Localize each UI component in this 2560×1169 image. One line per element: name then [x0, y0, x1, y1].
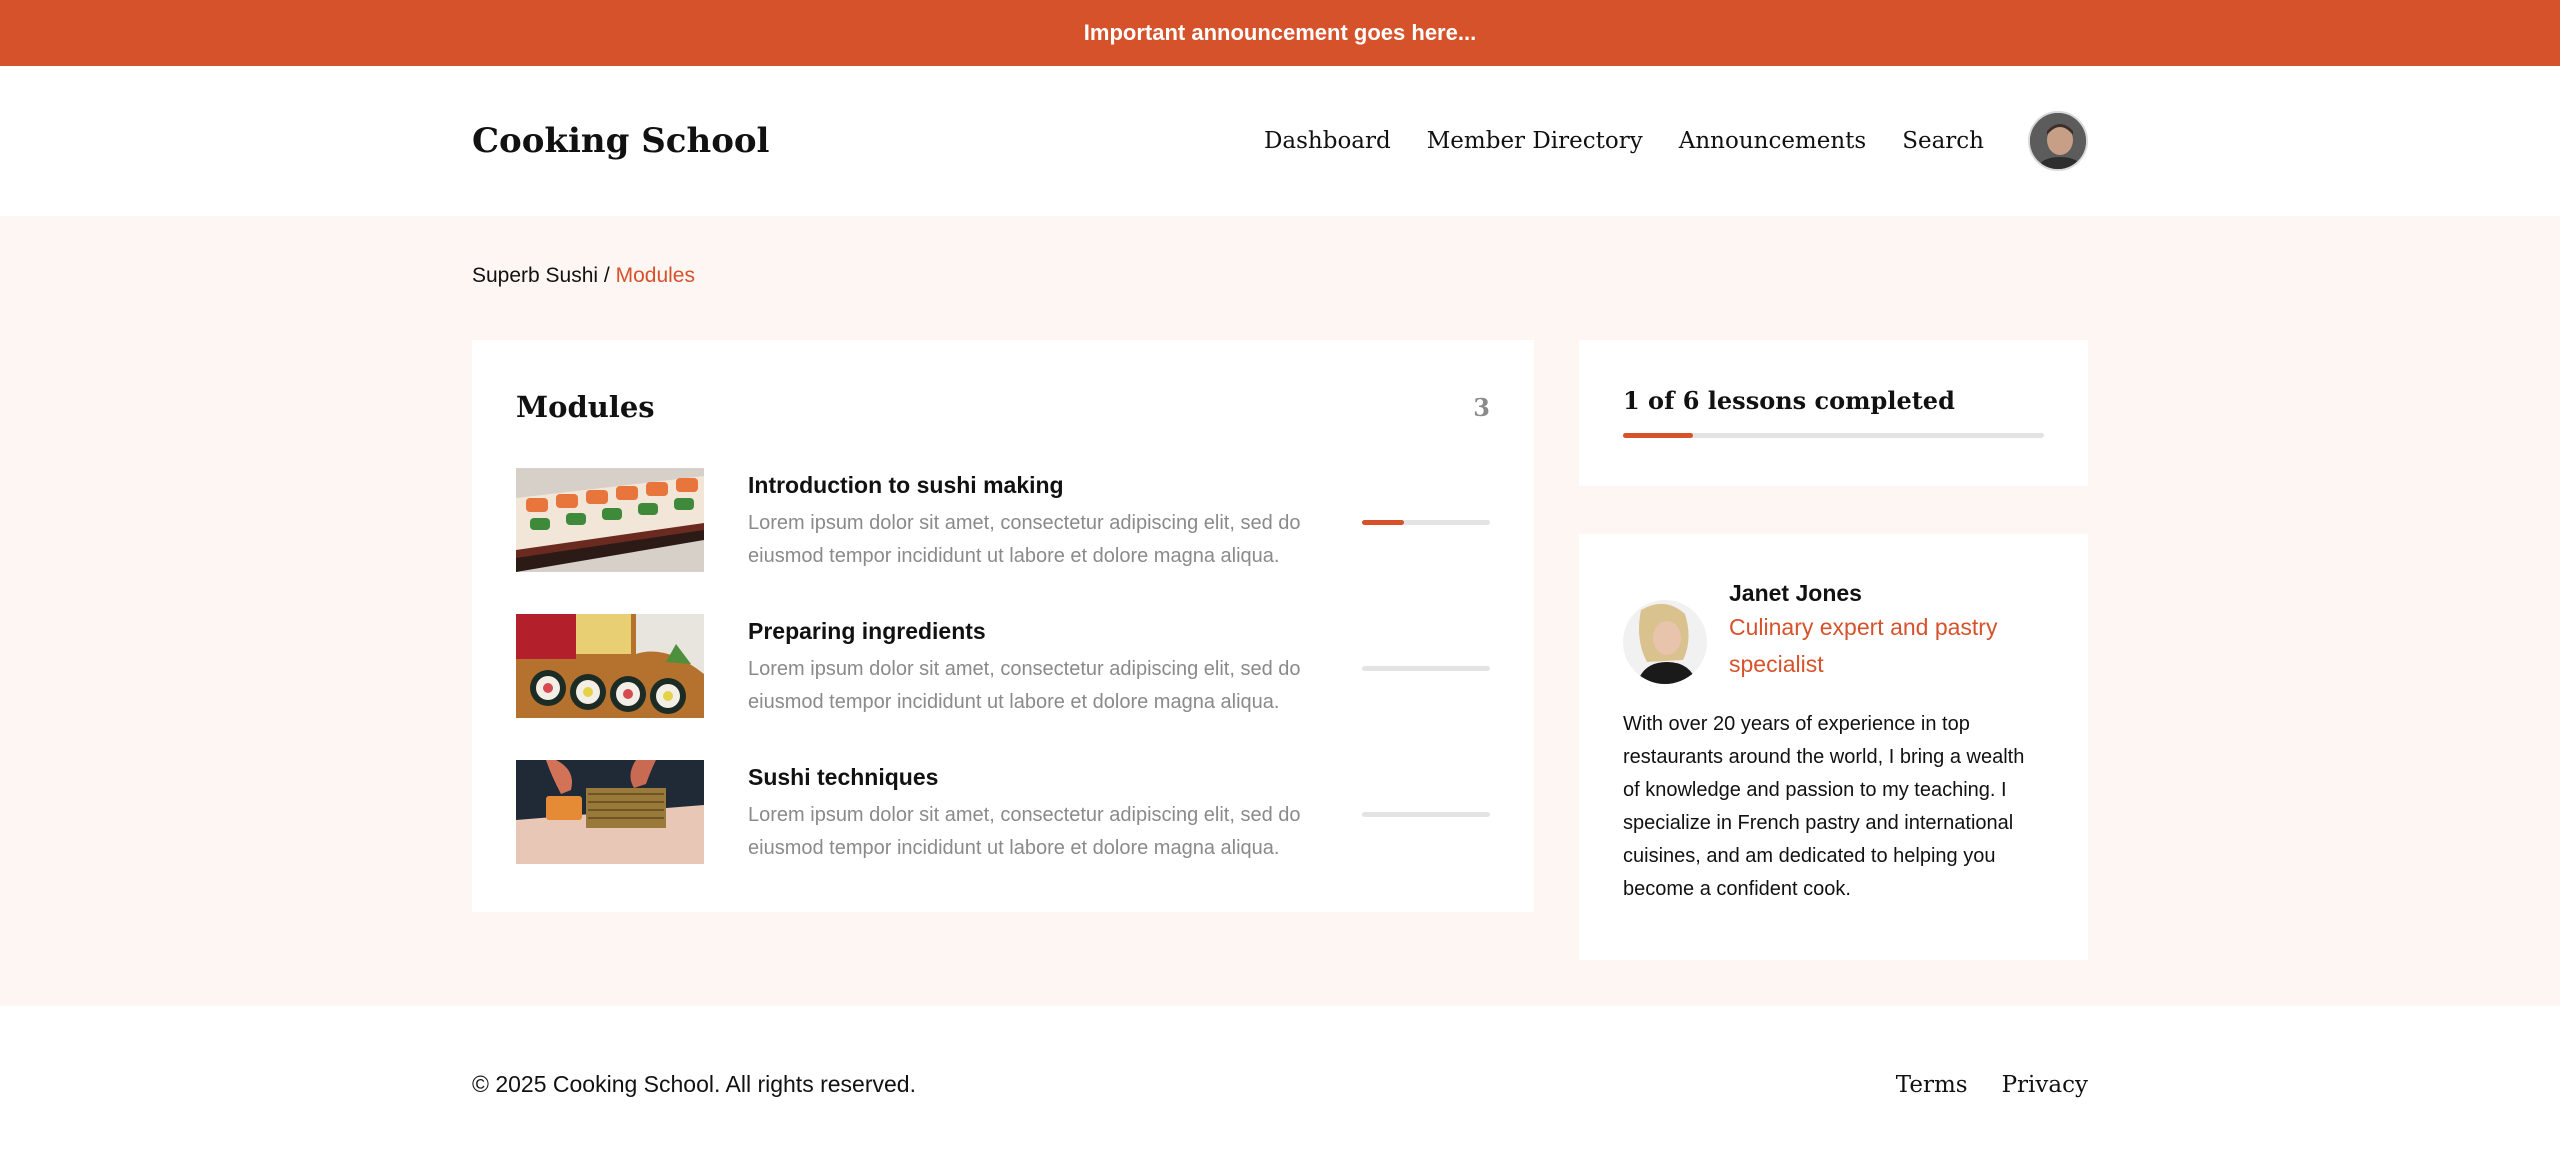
module-progress-bar	[1362, 666, 1490, 671]
module-description: Lorem ipsum dolor sit amet, consectetur …	[748, 512, 1301, 567]
modules-header: Modules 3	[516, 390, 1490, 424]
breadcrumb-parent[interactable]: Superb Sushi	[472, 264, 598, 287]
module-item[interactable]: Preparing ingredients Lorem ipsum dolor …	[516, 614, 1490, 718]
module-item[interactable]: Introduction to sushi making Lorem ipsum…	[516, 468, 1490, 572]
breadcrumb-current: Modules	[615, 264, 695, 287]
modules-title: Modules	[516, 390, 655, 424]
instructor-role: Culinary expert and pastry specialist	[1729, 614, 1998, 677]
announcement-text: Important announcement goes here...	[1083, 20, 1477, 45]
module-progress-fill	[1362, 520, 1405, 525]
instructor-info: Janet Jones Culinary expert and pastry s…	[1729, 580, 2044, 683]
instructor-avatar	[1623, 600, 1707, 684]
user-avatar[interactable]	[2028, 111, 2088, 171]
module-title[interactable]: Preparing ingredients	[748, 618, 1318, 645]
module-body: Preparing ingredients Lorem ipsum dolor …	[748, 614, 1318, 719]
course-progress-bar	[1623, 433, 2044, 438]
announcement-bar: Important announcement goes here...	[0, 0, 2560, 66]
modules-card: Modules 3 Introduction to sushi making L…	[472, 340, 1534, 912]
breadcrumb: Superb Sushi / Modules	[472, 264, 695, 288]
instructor-header: Janet Jones Culinary expert and pastry s…	[1623, 580, 2044, 684]
site-footer: © 2025 Cooking School. All rights reserv…	[0, 1006, 2560, 1169]
course-progress-fill	[1623, 433, 1694, 438]
instructor-card: Janet Jones Culinary expert and pastry s…	[1579, 534, 2088, 960]
module-progress-bar	[1362, 812, 1490, 817]
module-progress-bar	[1362, 520, 1490, 525]
site-header: Cooking School Dashboard Member Director…	[0, 66, 2560, 216]
module-thumbnail[interactable]	[516, 468, 704, 572]
footer-link-privacy[interactable]: Privacy	[2002, 1072, 2088, 1098]
module-body: Introduction to sushi making Lorem ipsum…	[748, 468, 1318, 573]
nav-dashboard[interactable]: Dashboard	[1264, 128, 1391, 154]
nav-member-directory[interactable]: Member Directory	[1427, 128, 1643, 154]
main-nav: Dashboard Member Directory Announcements…	[1264, 111, 2088, 171]
breadcrumb-separator: /	[598, 264, 616, 287]
course-progress-card: 1 of 6 lessons completed	[1579, 340, 2088, 486]
module-body: Sushi techniques Lorem ipsum dolor sit a…	[748, 760, 1318, 865]
module-item[interactable]: Sushi techniques Lorem ipsum dolor sit a…	[516, 760, 1490, 864]
footer-links: Terms Privacy	[1896, 1072, 2088, 1098]
lessons-completed-label: 1 of 6 lessons completed	[1623, 386, 1955, 415]
module-thumbnail[interactable]	[516, 614, 704, 718]
module-thumbnail[interactable]	[516, 760, 704, 864]
instructor-name: Janet Jones	[1729, 580, 1862, 606]
module-title[interactable]: Introduction to sushi making	[748, 472, 1318, 499]
footer-link-terms[interactable]: Terms	[1896, 1072, 1968, 1098]
instructor-bio: With over 20 years of experience in top …	[1623, 713, 2025, 900]
module-description: Lorem ipsum dolor sit amet, consectetur …	[748, 658, 1301, 713]
module-title[interactable]: Sushi techniques	[748, 764, 1318, 791]
brand-logo[interactable]: Cooking School	[472, 121, 769, 161]
modules-count: 3	[1473, 392, 1490, 422]
module-description: Lorem ipsum dolor sit amet, consectetur …	[748, 804, 1301, 859]
nav-search[interactable]: Search	[1902, 128, 1984, 154]
nav-announcements[interactable]: Announcements	[1679, 128, 1866, 154]
main-content: Superb Sushi / Modules Modules 3 Introdu…	[0, 216, 2560, 1006]
copyright-text: © 2025 Cooking School. All rights reserv…	[472, 1071, 916, 1097]
